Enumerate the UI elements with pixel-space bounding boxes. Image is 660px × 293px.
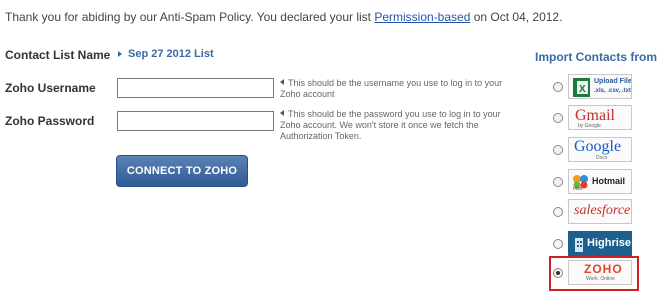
import-source-google[interactable]: Google Docs xyxy=(553,137,635,164)
password-hint: This should be the password you use to l… xyxy=(280,109,510,142)
import-source-highrise[interactable]: Highrise xyxy=(553,231,635,258)
arrow-right-icon xyxy=(118,51,122,58)
hotmail-wordmark: Hotmail xyxy=(592,176,626,186)
contact-list-name: Sep 27 2012 List xyxy=(128,48,214,60)
highrise-radio[interactable] xyxy=(553,239,563,249)
notice-prefix: Thank you for abiding by our Anti-Spam P… xyxy=(5,10,375,24)
import-source-salesforce[interactable]: salesforce xyxy=(553,199,635,226)
highrise-wordmark: Highrise xyxy=(587,237,632,249)
google-logo[interactable]: Google Docs xyxy=(568,137,632,162)
upload-file-name: Upload File xyxy=(594,78,632,85)
import-source-hotmail[interactable]: msn Hotmail xyxy=(553,169,635,196)
password-hint-text: This should be the password you use to l… xyxy=(280,109,501,141)
svg-text:X: X xyxy=(579,84,586,95)
contact-list-label: Contact List Name xyxy=(5,48,111,62)
contact-list-value: Sep 27 2012 List xyxy=(118,48,214,60)
arrow-left-icon xyxy=(280,79,284,85)
msn-label: msn xyxy=(573,186,583,192)
upload-file-logo[interactable]: X Upload File .xls, .csv, .txt xyxy=(568,74,632,99)
zoho-wordmark: ZOHO xyxy=(584,262,623,276)
upload-file-types: .xls, .csv, .txt xyxy=(594,88,631,94)
google-radio[interactable] xyxy=(553,145,563,155)
import-source-upload-file[interactable]: X Upload File .xls, .csv, .txt xyxy=(553,74,635,101)
username-hint: This should be the username you use to l… xyxy=(280,78,510,100)
gmail-logo[interactable]: Gmail by Google xyxy=(568,105,632,130)
highrise-logo[interactable]: Highrise xyxy=(568,231,632,256)
upload-file-radio[interactable] xyxy=(553,82,563,92)
zoho-logo[interactable]: ZOHO Work. Online xyxy=(568,260,632,285)
zoho-password-label: Zoho Password xyxy=(5,114,95,128)
salesforce-wordmark: salesforce xyxy=(574,203,631,218)
import-contacts-title: Import Contacts from xyxy=(535,50,658,64)
google-sub: Docs xyxy=(596,155,608,161)
arrow-left-icon xyxy=(280,110,284,116)
connect-to-zoho-button[interactable]: CONNECT TO ZOHO xyxy=(116,155,248,187)
salesforce-radio[interactable] xyxy=(553,207,563,217)
anti-spam-notice: Thank you for abiding by our Anti-Spam P… xyxy=(5,10,562,24)
username-hint-text: This should be the username you use to l… xyxy=(280,78,503,99)
import-source-zoho[interactable]: ZOHO Work. Online xyxy=(553,260,635,287)
permission-based-link[interactable]: Permission-based xyxy=(374,10,470,24)
google-wordmark: Google xyxy=(574,138,622,155)
gmail-radio[interactable] xyxy=(553,113,563,123)
zoho-password-input[interactable] xyxy=(117,111,274,131)
hotmail-radio[interactable] xyxy=(553,177,563,187)
zoho-username-label: Zoho Username xyxy=(5,81,96,95)
gmail-sub: by Google xyxy=(578,123,601,129)
salesforce-logo[interactable]: salesforce xyxy=(568,199,632,224)
import-source-gmail[interactable]: Gmail by Google xyxy=(553,105,635,132)
zoho-tagline: Work. Online xyxy=(586,276,615,282)
notice-suffix: on Oct 04, 2012. xyxy=(470,10,563,24)
zoho-username-input[interactable] xyxy=(117,78,274,98)
hotmail-logo[interactable]: msn Hotmail xyxy=(568,169,632,194)
zoho-radio[interactable] xyxy=(553,268,563,278)
highrise-building-icon xyxy=(575,238,583,252)
